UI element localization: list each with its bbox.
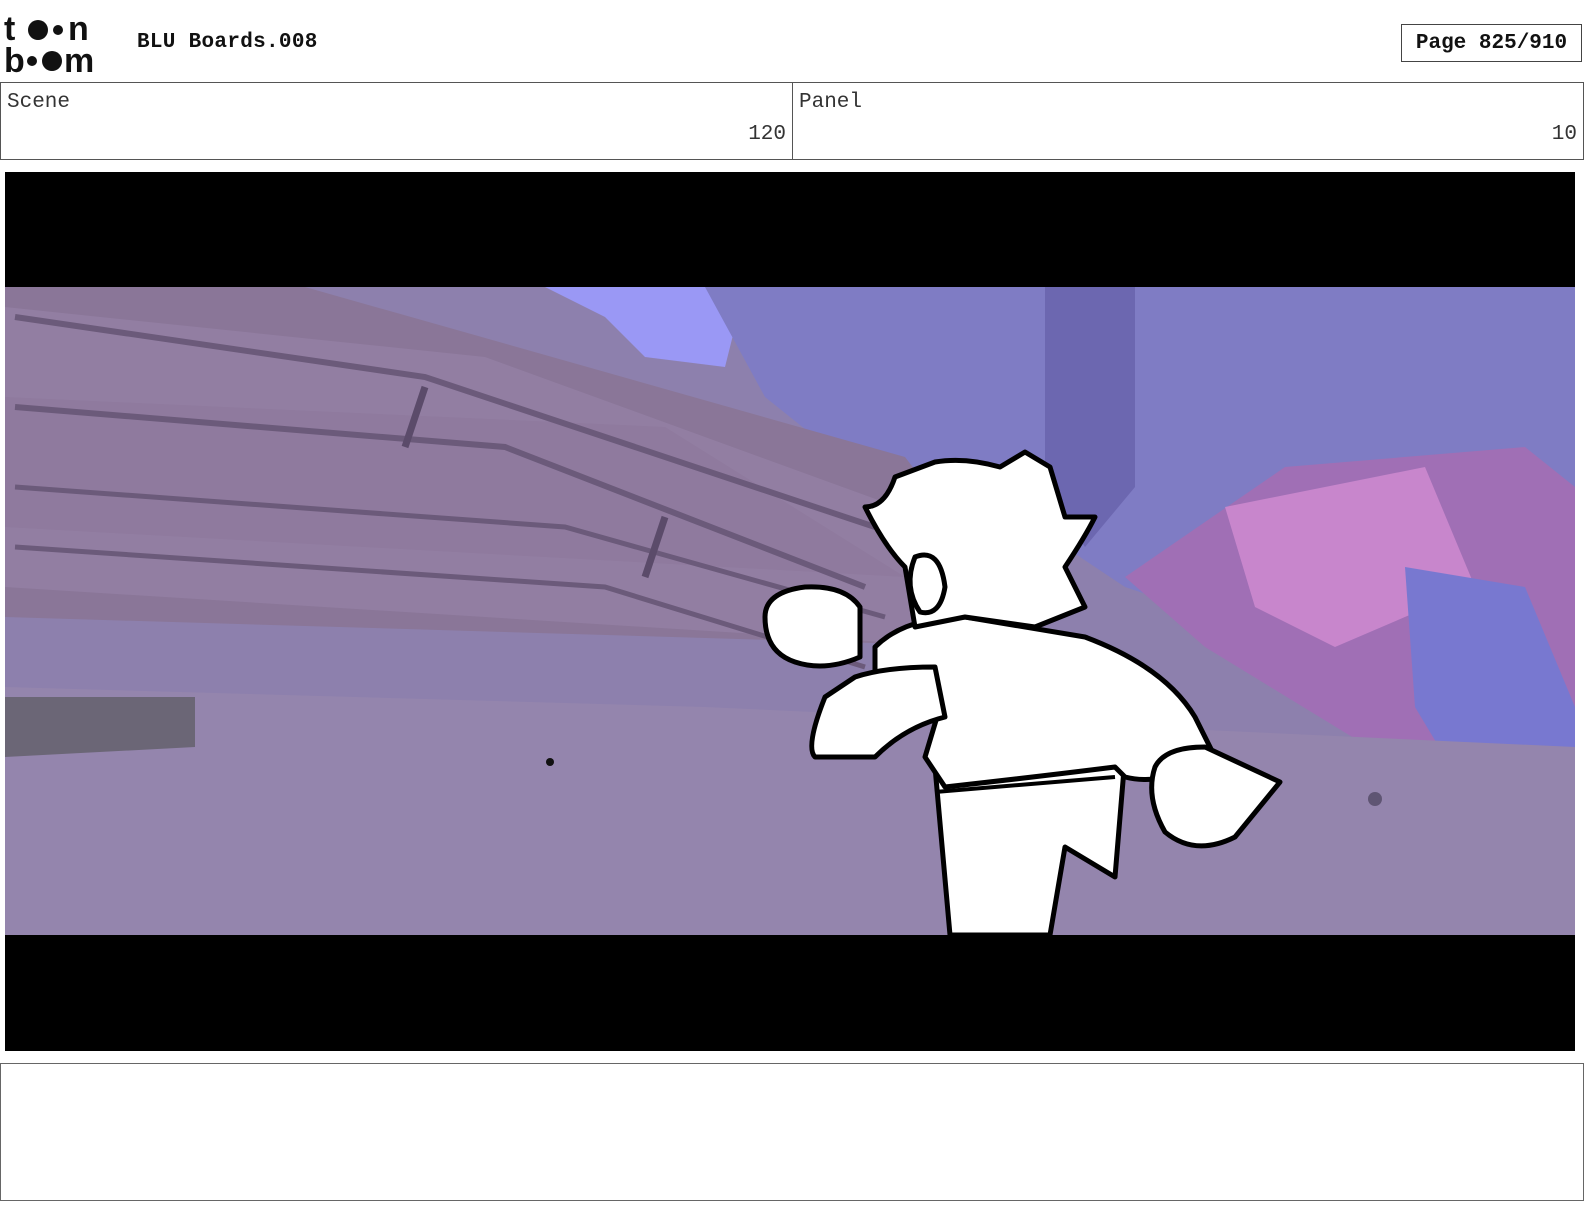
header: t n b m BLU Boards.008 Page 825/910 xyxy=(0,0,1584,82)
page-indicator: Page 825/910 xyxy=(1401,24,1582,62)
scene-number: 120 xyxy=(748,123,786,146)
storyboard-image xyxy=(5,172,1575,1051)
panel-cell: Panel 10 xyxy=(792,83,1584,159)
storyboard-frame xyxy=(5,172,1575,1051)
document-title: BLU Boards.008 xyxy=(137,31,318,54)
panel-label: Panel xyxy=(799,91,863,114)
svg-text:m: m xyxy=(64,42,94,76)
scene-panel-row: Scene 120 Panel 10 xyxy=(0,82,1584,160)
background-scene xyxy=(5,287,1575,938)
notes-box xyxy=(0,1063,1584,1201)
toon-boom-logo: t n b m xyxy=(4,14,94,76)
panel-number: 10 xyxy=(1551,123,1577,146)
svg-text:b: b xyxy=(4,42,25,76)
scene-cell: Scene 120 xyxy=(0,83,792,159)
scene-label: Scene xyxy=(7,91,71,114)
